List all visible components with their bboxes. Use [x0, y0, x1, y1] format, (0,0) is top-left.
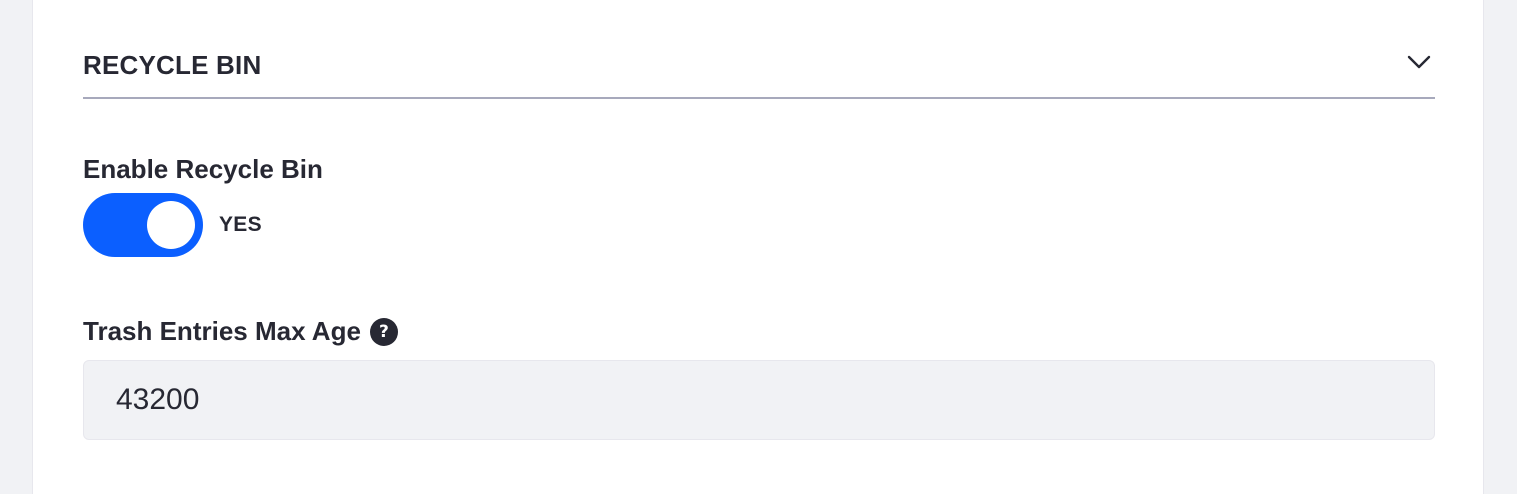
trash-max-age-input[interactable] [83, 360, 1435, 440]
enable-recycle-bin-toggle-row: YES [83, 193, 262, 257]
section-title: RECYCLE BIN [83, 50, 262, 80]
recycle-bin-section-header[interactable]: RECYCLE BIN [83, 40, 1435, 99]
trash-max-age-label: Trash Entries Max Age [83, 316, 361, 346]
toggle-state-text: YES [219, 213, 262, 236]
enable-recycle-bin-label: Enable Recycle Bin [83, 154, 323, 184]
enable-recycle-bin-toggle[interactable] [83, 193, 203, 257]
toggle-knob [147, 201, 195, 249]
settings-panel: RECYCLE BIN Enable Recycle Bin YES Trash… [32, 0, 1484, 494]
question-circle-icon[interactable]: ? [369, 317, 398, 346]
trash-max-age-label-row: Trash Entries Max Age ? [83, 316, 398, 347]
chevron-down-icon[interactable] [1405, 48, 1433, 76]
